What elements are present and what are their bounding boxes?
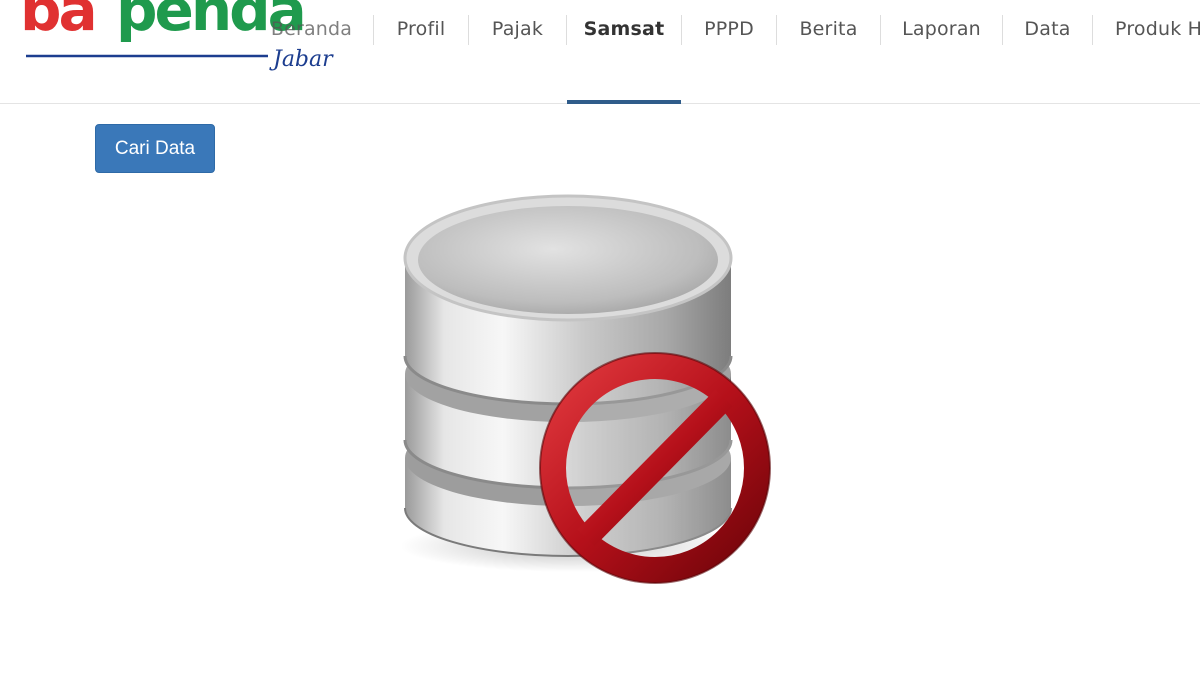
database-unavailable-illustration: [380, 178, 800, 598]
nav-item-samsat[interactable]: Samsat: [567, 0, 681, 104]
nav-item-label: Samsat: [583, 18, 665, 40]
nav-item-data[interactable]: Data: [1003, 0, 1092, 104]
nav-item-label: Profil: [396, 18, 446, 40]
nav-item-profil[interactable]: Profil: [374, 0, 468, 104]
svg-text:ba: ba: [20, 0, 95, 44]
nav-item-label: PPPD: [704, 18, 754, 40]
nav-item-berita[interactable]: Berita: [777, 0, 880, 104]
nav-item-beranda[interactable]: Beranda: [250, 0, 373, 104]
main-nav: Beranda Profil Pajak Samsat PPPD Berita …: [250, 0, 1200, 104]
database-unavailable-icon: [400, 194, 771, 584]
nav-item-label: Berita: [799, 18, 858, 40]
nav-item-label: Data: [1024, 18, 1071, 40]
nav-item-label: Produk H: [1115, 18, 1200, 40]
nav-item-pppd[interactable]: PPPD: [682, 0, 776, 104]
nav-item-laporan[interactable]: Laporan: [881, 0, 1002, 104]
cari-data-button[interactable]: Cari Data: [95, 124, 215, 173]
nav-item-produk-hukum[interactable]: Produk H: [1093, 0, 1200, 104]
nav-item-label: Pajak: [491, 18, 544, 40]
nav-item-label: Beranda: [270, 18, 353, 40]
nav-item-label: Laporan: [902, 18, 981, 40]
site-header: ba penda Jabar Beranda Profil Pajak Sams…: [0, 0, 1200, 104]
nav-item-pajak[interactable]: Pajak: [469, 0, 566, 104]
